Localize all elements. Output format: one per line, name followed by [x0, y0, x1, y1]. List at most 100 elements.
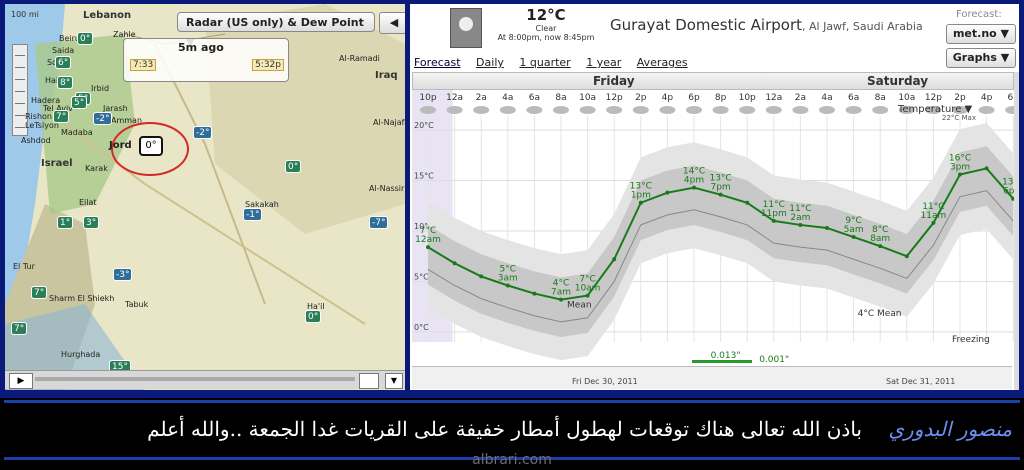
tab-1-quarter[interactable]: 1 quarter	[519, 56, 570, 69]
hour-tick-label: 10p	[739, 93, 756, 103]
day-header: Friday Saturday	[412, 72, 1014, 90]
place-label: Karak	[85, 164, 108, 173]
day-label-saturday: Saturday	[867, 74, 929, 88]
temperature-point	[745, 200, 750, 205]
place-label: Al-Ramadi	[339, 54, 380, 63]
hour-tick-label: 10a	[579, 93, 596, 103]
cloud-icon	[526, 106, 543, 114]
sunrise-time: 7:33	[130, 59, 157, 71]
temperature-point	[825, 225, 829, 230]
temperature-point	[585, 293, 590, 298]
station-marker[interactable]: 0°	[305, 310, 322, 323]
temperature-point	[426, 245, 430, 250]
y-tick-label: 15°C	[414, 172, 434, 181]
precip-label: 0.013"	[711, 351, 741, 361]
animation-dropdown[interactable]: ▼	[385, 373, 403, 389]
cloud-icon	[606, 106, 623, 114]
station-marker[interactable]: -7°	[369, 216, 389, 229]
temperature-point	[931, 220, 936, 225]
temperature-point	[798, 222, 803, 227]
station-marker[interactable]: 1°	[57, 216, 74, 229]
hour-tick-label: 4p	[981, 93, 993, 103]
caption-bar: باذن الله تعالى هناك توقعات لهطول أمطار …	[4, 400, 1020, 460]
data-label-hour: 6pm	[1003, 187, 1014, 197]
station-marker[interactable]: 0°	[285, 160, 302, 173]
data-label-hour: 11pm	[761, 209, 787, 219]
play-button[interactable]: ▶	[9, 373, 33, 389]
cloud-icon	[792, 106, 809, 114]
data-label-hour: 5am	[844, 225, 864, 235]
data-label-hour: 3am	[498, 273, 518, 283]
place-label: El Tur	[13, 262, 35, 271]
place-label: Saida	[52, 46, 75, 55]
tab-daily[interactable]: Daily	[476, 56, 504, 69]
animation-track[interactable]	[35, 377, 355, 381]
station-marker[interactable]: 7°	[31, 286, 48, 299]
highlighted-station[interactable]: 0°	[139, 136, 163, 156]
hour-tick-label: 8p	[715, 93, 727, 103]
temperature-chart[interactable]: 10p 12a 2a 4a 6a 8a 10a 12p 2p 4p 6p 8p 10p 12a 2a 4a 6a…	[412, 90, 1014, 370]
station-marker[interactable]: -1°	[243, 208, 263, 221]
location-title: Gurayat Domestic Airport, Al Jawf, Saudi…	[610, 16, 923, 34]
mean-label: Mean	[567, 301, 592, 311]
graphs-select[interactable]: Graphs ▼	[946, 48, 1016, 68]
forecast-scrollbar[interactable]	[1014, 72, 1019, 390]
date-label-sat: Sat Dec 31, 2011	[886, 377, 956, 386]
station-marker[interactable]: 6°	[55, 56, 72, 69]
hour-tick-label: 10a	[898, 93, 915, 103]
moon-icon	[459, 17, 473, 31]
temperature-point	[878, 244, 883, 249]
station-marker[interactable]: -2°	[93, 112, 113, 125]
observation-time: At 8:00pm, now 8:45pm	[497, 33, 595, 42]
station-marker[interactable]: 8°	[57, 76, 74, 89]
station-marker[interactable]: -2°	[193, 126, 213, 139]
temperature-point	[958, 172, 962, 177]
precip-label: 0.001"	[759, 355, 789, 365]
layer-select[interactable]: Radar (US only) & Dew Point ▼	[177, 12, 375, 49]
watermark: albrari.com	[472, 452, 552, 468]
map-animation-bar: ▶ ▼	[5, 370, 405, 389]
hour-tick-label: 2a	[795, 93, 806, 103]
place-label: Al-Nassiriya	[369, 184, 405, 193]
hour-tick-label: 4a	[502, 93, 513, 103]
place-label: Tabuk	[125, 300, 149, 309]
hour-tick-label: 8a	[875, 93, 886, 103]
cloud-icon	[978, 106, 995, 114]
temperature-point	[505, 283, 510, 288]
hour-tick-label: 2a	[476, 93, 487, 103]
tab-forecast[interactable]: Forecast	[414, 56, 461, 69]
cloud-icon	[765, 106, 782, 114]
station-marker[interactable]: 7°	[11, 322, 28, 335]
data-label-hour: 2am	[790, 213, 810, 223]
cloud-icon	[579, 106, 596, 114]
cloud-icon	[553, 106, 569, 114]
temperature-point	[452, 261, 457, 266]
cloud-icon	[446, 106, 463, 114]
y-tick-label: 0°C	[414, 323, 429, 332]
source-select[interactable]: met.no ▼	[946, 24, 1016, 44]
tab-averages[interactable]: Averages	[637, 56, 688, 69]
station-marker[interactable]: 7°	[53, 110, 70, 123]
freezing-label: Freezing	[952, 335, 990, 345]
day-label-friday: Friday	[593, 74, 635, 88]
prev-frame-button[interactable]: ◀	[379, 12, 405, 34]
temperature-point	[532, 291, 537, 296]
hour-tick-label: 6a	[529, 93, 540, 103]
station-marker[interactable]: 5°	[71, 96, 88, 109]
animation-knob[interactable]	[359, 373, 379, 389]
timestamp: 5m ago	[178, 41, 224, 54]
y-tick-label: 20°C	[414, 121, 434, 130]
cloud-icon	[499, 106, 516, 114]
station-marker[interactable]: 3°	[83, 216, 100, 229]
tab-1-year[interactable]: 1 year	[586, 56, 621, 69]
station-marker[interactable]: -3°	[113, 268, 133, 281]
hour-tick-label: 12a	[446, 93, 463, 103]
weather-map[interactable]: 100 mi Radar (US only) & Dew Point ▼ ◀ 5…	[5, 4, 405, 390]
hour-tick-label: 2p	[635, 93, 647, 103]
mean-label: 4°C Mean	[858, 309, 902, 319]
place-label: Zahle	[113, 30, 136, 39]
station-marker[interactable]: 0°	[77, 32, 94, 45]
forecast-panel: 12°C Clear At 8:00pm, now 8:45pm Gurayat…	[410, 4, 1019, 390]
hour-tick-label: 4a	[821, 93, 832, 103]
caption-author: منصور البدوري	[888, 417, 1012, 441]
